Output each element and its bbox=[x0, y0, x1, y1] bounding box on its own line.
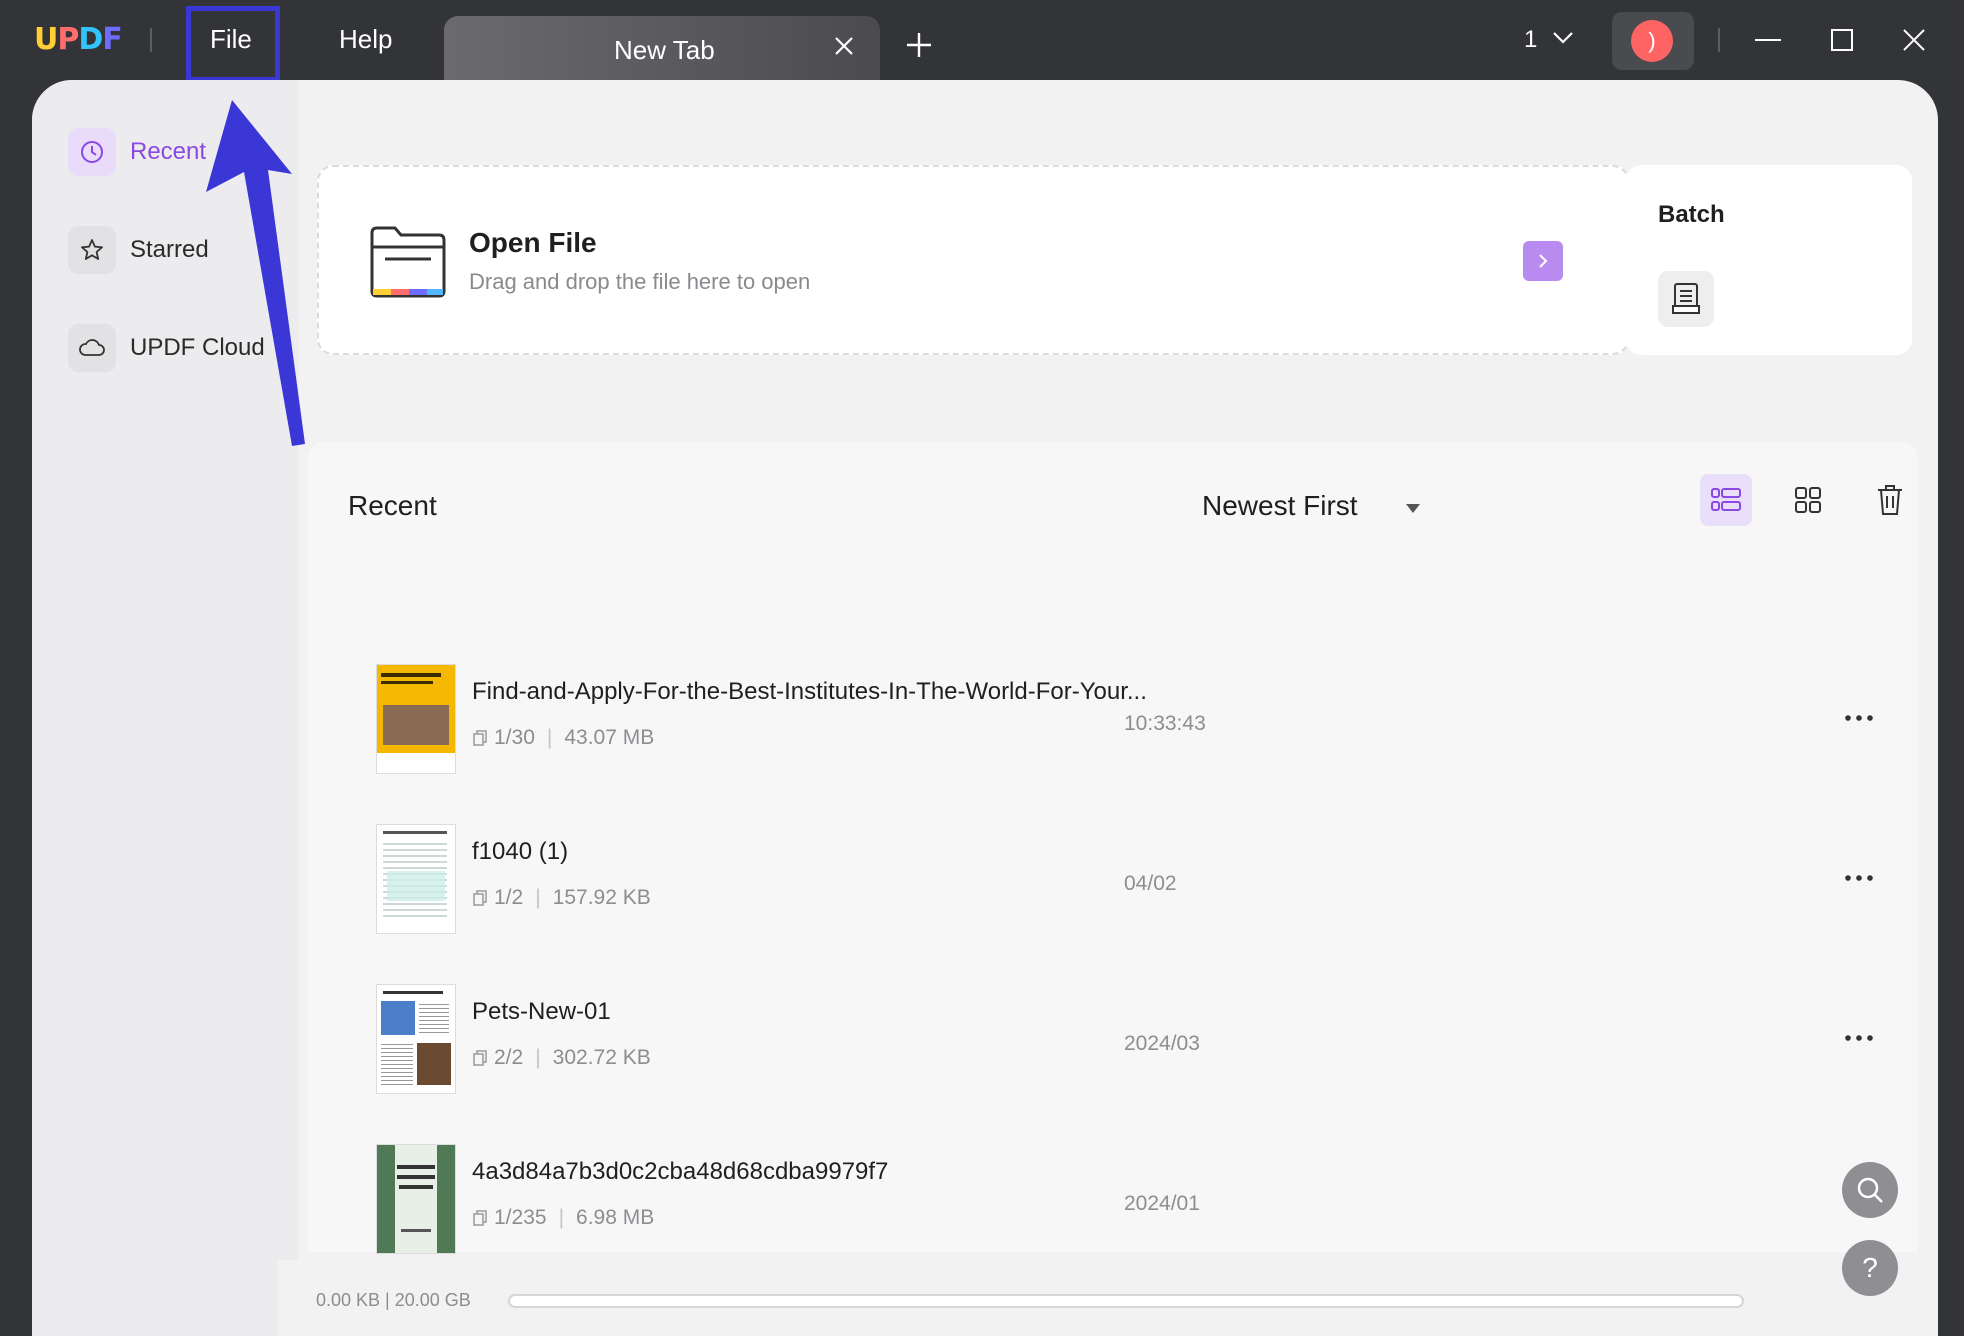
pages-icon bbox=[473, 890, 487, 906]
recent-header: Recent bbox=[348, 490, 437, 521]
grid-view-button[interactable] bbox=[1782, 474, 1834, 526]
maximize-icon[interactable] bbox=[1826, 24, 1858, 56]
storage-progress-bar bbox=[508, 1294, 1744, 1308]
more-icon[interactable] bbox=[1842, 708, 1876, 728]
file-size: 302.72 KB bbox=[552, 1046, 651, 1069]
batch-title: Batch bbox=[1658, 201, 1725, 228]
file-name: 4a3d84a7b3d0c2cba48d68cdba9979f7 bbox=[472, 1158, 889, 1185]
list-view-icon bbox=[1711, 488, 1741, 511]
batch-document-icon bbox=[1672, 283, 1700, 314]
file-date: 04/02 bbox=[1124, 872, 1177, 895]
file-size: 6.98 MB bbox=[576, 1206, 655, 1229]
title-bar: UPDF File Help New Tab 1 ) bbox=[0, 0, 1964, 82]
file-name: Pets-New-01 bbox=[472, 998, 611, 1025]
search-icon bbox=[1857, 1177, 1883, 1203]
pages-icon bbox=[473, 730, 487, 746]
more-icon[interactable] bbox=[1842, 868, 1876, 888]
file-pages: 2/2 bbox=[494, 1046, 524, 1069]
divider bbox=[150, 28, 152, 52]
trash-icon bbox=[1878, 485, 1902, 515]
sidebar: Recent Starred UPDF Cloud bbox=[32, 80, 298, 1336]
updf-logo: UPDF bbox=[34, 22, 123, 57]
tab-new-tab[interactable]: New Tab bbox=[444, 16, 880, 80]
file-date: 2024/01 bbox=[1124, 1192, 1200, 1215]
file-name: Find-and-Apply-For-the-Best-Institutes-I… bbox=[472, 678, 1147, 705]
pages-icon bbox=[473, 1210, 487, 1226]
sidebar-item-label: Starred bbox=[130, 236, 209, 263]
add-tab-icon[interactable] bbox=[906, 32, 932, 58]
delete-button[interactable] bbox=[1864, 474, 1916, 526]
account-button[interactable]: ) bbox=[1612, 12, 1694, 70]
file-name: f1040 (1) bbox=[472, 838, 569, 865]
sidebar-item-recent[interactable]: Recent bbox=[68, 128, 206, 176]
open-file-subtitle: Drag and drop the file here to open bbox=[469, 269, 811, 294]
search-button[interactable] bbox=[1842, 1162, 1898, 1218]
batch-panel: Batch bbox=[1626, 165, 1912, 355]
file-meta: 1/30 | 43.07 MB bbox=[472, 726, 654, 750]
storage-footer: 0.00 KB | 20.00 GB bbox=[278, 1260, 1938, 1336]
storage-usage-text: 0.00 KB | 20.00 GB bbox=[316, 1290, 471, 1310]
list-item[interactable]: f1040 (1) 1/2 | 157.92 KB 04/02 bbox=[344, 824, 1884, 936]
star-icon bbox=[68, 226, 116, 274]
list-view-button[interactable] bbox=[1700, 474, 1752, 526]
open-file-dropzone[interactable]: Open File Drag and drop the file here to… bbox=[317, 165, 1629, 355]
cloud-icon bbox=[68, 324, 116, 372]
close-icon[interactable] bbox=[832, 34, 856, 58]
file-meta: 2/2 | 302.72 KB bbox=[472, 1046, 651, 1070]
file-highlight-box bbox=[186, 6, 280, 82]
file-date: 10:33:43 bbox=[1124, 712, 1206, 735]
meta-separator: | bbox=[535, 1046, 541, 1069]
divider bbox=[1718, 28, 1720, 52]
window-count[interactable]: 1 bbox=[1524, 26, 1537, 54]
question-icon: ? bbox=[1862, 1252, 1878, 1283]
help-button[interactable]: ? bbox=[1842, 1240, 1898, 1296]
minimize-icon[interactable] bbox=[1752, 24, 1784, 56]
recent-files-panel: Recent Newest First Find-and-Apply-For-t… bbox=[308, 442, 1918, 1316]
more-icon[interactable] bbox=[1842, 1028, 1876, 1048]
tab-label: New Tab bbox=[614, 35, 715, 65]
sidebar-item-label: UPDF Cloud bbox=[130, 334, 265, 361]
file-meta: 1/2 | 157.92 KB bbox=[472, 886, 651, 910]
file-pages: 1/235 bbox=[494, 1206, 547, 1229]
avatar: ) bbox=[1631, 20, 1673, 62]
meta-separator: | bbox=[535, 886, 541, 909]
open-file-button[interactable] bbox=[1523, 241, 1563, 281]
caret-down-icon[interactable] bbox=[1406, 504, 1420, 513]
list-item[interactable]: Pets-New-01 2/2 | 302.72 KB 2024/03 bbox=[344, 984, 1884, 1096]
file-size: 157.92 KB bbox=[552, 886, 651, 909]
list-item[interactable]: 4a3d84a7b3d0c2cba48d68cdba9979f7 1/235 |… bbox=[344, 1144, 1884, 1256]
menu-help[interactable]: Help bbox=[339, 24, 392, 55]
sidebar-item-starred[interactable]: Starred bbox=[68, 226, 209, 274]
sidebar-item-updf-cloud[interactable]: UPDF Cloud bbox=[68, 324, 265, 372]
chevron-right-icon bbox=[1539, 254, 1548, 268]
file-pages: 1/30 bbox=[494, 726, 535, 749]
pages-icon bbox=[473, 1050, 487, 1066]
file-pages: 1/2 bbox=[494, 886, 524, 909]
list-item[interactable]: Find-and-Apply-For-the-Best-Institutes-I… bbox=[344, 664, 1884, 776]
sort-dropdown[interactable]: Newest First bbox=[1202, 490, 1358, 522]
sidebar-item-label: Recent bbox=[130, 138, 207, 165]
main-window: Recent Starred UPDF Cloud Open File Drag bbox=[32, 80, 1938, 1336]
file-thumbnail bbox=[376, 664, 456, 774]
file-thumbnail bbox=[376, 824, 456, 934]
file-meta: 1/235 | 6.98 MB bbox=[472, 1206, 654, 1230]
grid-view-icon bbox=[1795, 487, 1821, 513]
file-date: 2024/03 bbox=[1124, 1032, 1200, 1055]
chevron-down-icon[interactable] bbox=[1552, 30, 1574, 46]
batch-button[interactable] bbox=[1658, 271, 1714, 327]
open-file-title: Open File bbox=[469, 227, 597, 258]
file-thumbnail bbox=[376, 1144, 456, 1254]
file-size: 43.07 MB bbox=[564, 726, 655, 749]
close-window-icon[interactable] bbox=[1898, 24, 1930, 56]
file-thumbnail bbox=[376, 984, 456, 1094]
meta-separator: | bbox=[558, 1206, 565, 1229]
clock-icon bbox=[68, 128, 116, 176]
meta-separator: | bbox=[546, 726, 553, 749]
folder-icon bbox=[370, 226, 446, 298]
